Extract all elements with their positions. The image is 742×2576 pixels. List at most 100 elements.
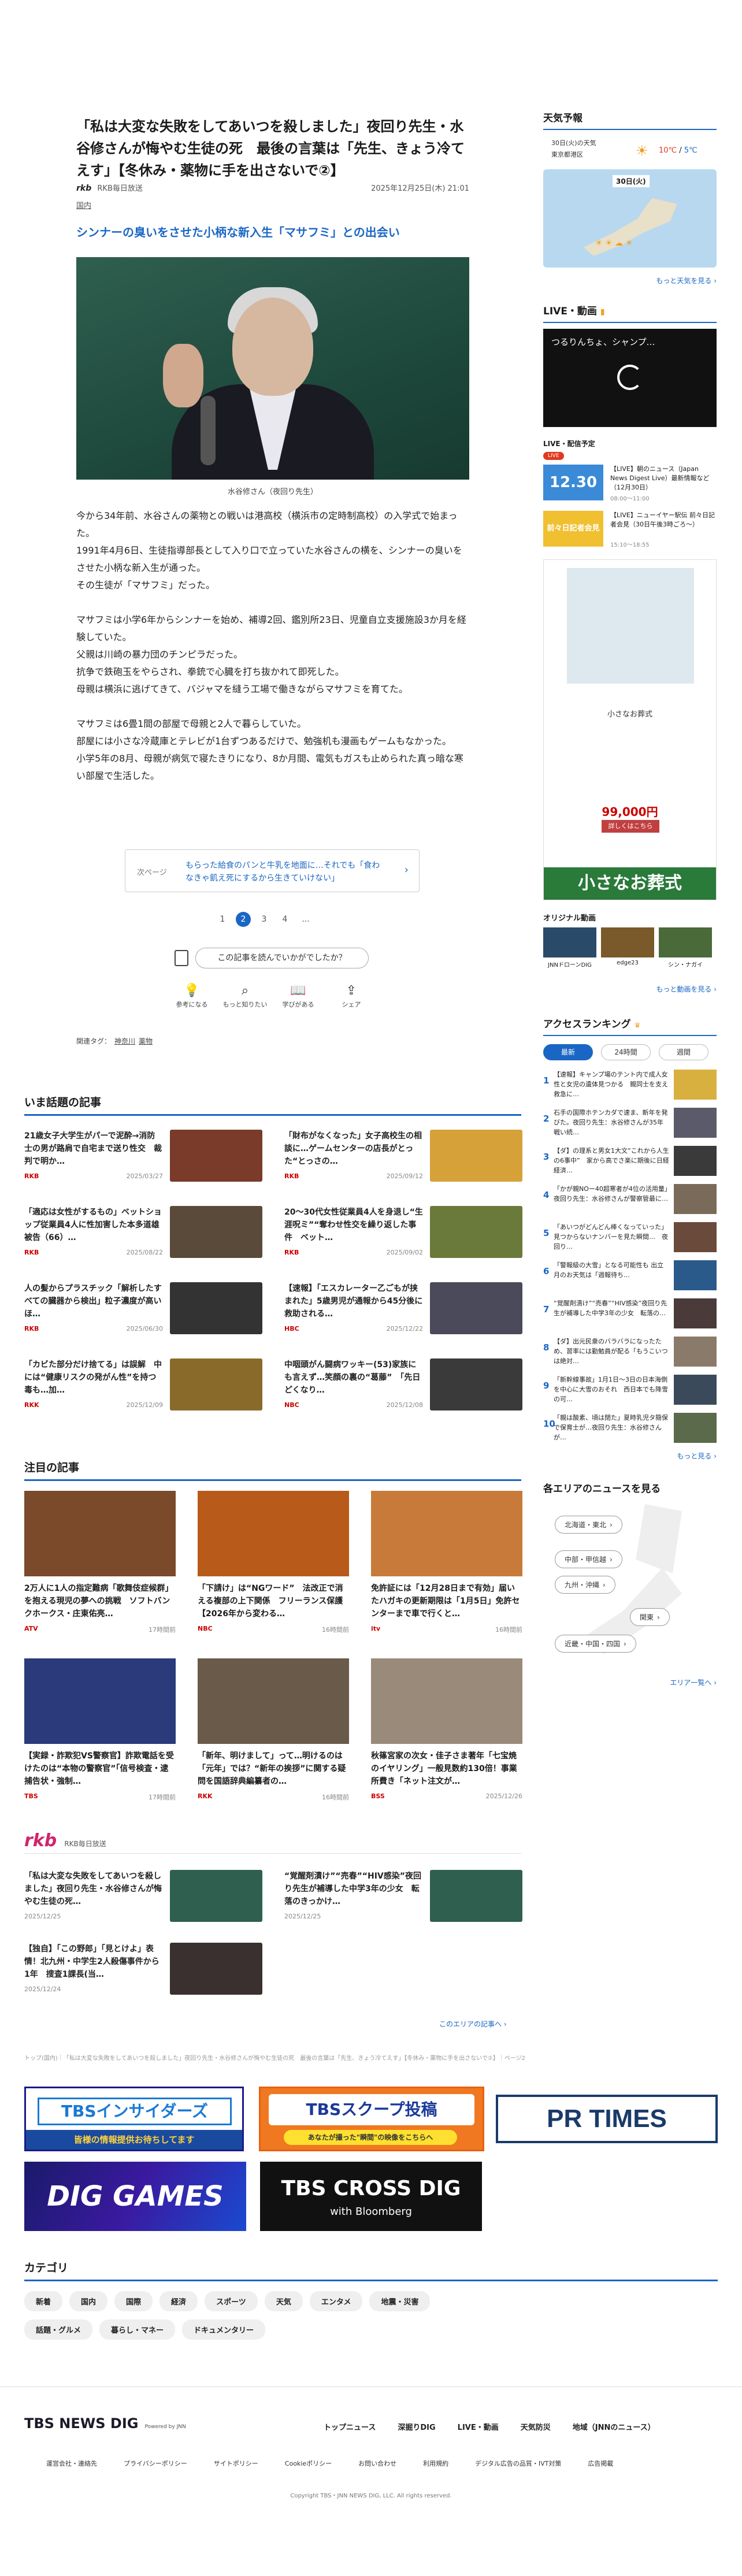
category-pill[interactable]: 地震・災害 — [369, 2291, 431, 2311]
featured-card[interactable]: 秋篠宮家の次女・佳子さま著年「七宝焼のイヤリング」一般見数約130倍！事業所費き… — [371, 1658, 533, 1803]
category-list: 新着 国内 国際 経済 スポーツ 天気 エンタメ 地震・災害話題・グルメ 暮らし・マネー ドキュメ… — [24, 2291, 498, 2348]
original-video-item[interactable]: edge23 — [601, 927, 654, 966]
footer-link[interactable]: 利用規約 — [423, 2460, 448, 2467]
area-more-link[interactable]: このエリアの記事へ › — [439, 2019, 507, 2029]
reaction-search[interactable]: ⌕ もっと知りたい — [222, 982, 268, 1009]
area-button[interactable]: 九州・沖縄 › — [555, 1576, 615, 1594]
featured-card[interactable]: 「下請け」は“NGワード” 法改正で消える複部の上下関係 フリーランス保護【20… — [198, 1491, 359, 1635]
news-card[interactable]: 「財布がなくなった」女子高校生の相談に…ゲームセンターの店長がとった“とっさの…… — [284, 1130, 527, 1187]
weather-map[interactable]: 30日(火) ☀ ☀ ☁ ☀ — [543, 169, 717, 268]
footer-nav-link[interactable]: トップニュース — [324, 2423, 376, 2432]
footer-link[interactable]: 広告掲載 — [588, 2460, 613, 2467]
ranking-item[interactable]: 10 「親は酸素、頃は閉た」夏時乳児タ簡保で保育士が…夜回り先生：水谷修さんが… — [543, 1409, 717, 1447]
rank-thumbnail — [674, 1222, 717, 1252]
category-pill[interactable]: 国際 — [114, 2291, 153, 2311]
featured-card[interactable]: 【実録・詐欺犯VS警察官】詐欺電話を受けたのは“本物の警察官”「信号検査・逮捕告… — [24, 1658, 186, 1803]
category-pill[interactable]: 暮らし・マネー — [99, 2319, 176, 2340]
footer-nav-link[interactable]: LIVE・動画 — [458, 2423, 499, 2432]
rkb-section-logo[interactable]: rkb — [24, 1831, 57, 1851]
news-card[interactable]: 【速報】「エスカレーター乙ごもが挟まれた」5歳男児が通報から45分後に救助される… — [284, 1282, 527, 1340]
footer-nav-link[interactable]: 深掘りDIG — [398, 2423, 435, 2432]
footer-link[interactable]: サイトポリシー — [214, 2460, 258, 2467]
news-card[interactable]: 「適応は女性がするもの」ベットショップ従業員4人に性加害した本多道雄被告（66）… — [24, 1206, 267, 1264]
featured-card[interactable]: 2万人に1人の指定難病「歌舞伎症候群」を抱える現児の夢への挑戦 ソフトバンクホー… — [24, 1491, 186, 1635]
ranking-item[interactable]: 2 石手の国際ホテンカダで速ま、新年を発びた。夜回り先生：水谷修さんが35年戦い続… — [543, 1104, 717, 1142]
footer-link[interactable]: プライバシーポリシー — [124, 2460, 187, 2467]
weather-summary[interactable]: 30日(火)の天気 東京都港区 ☀ 10℃ / 5℃ — [543, 136, 717, 169]
video-more-link[interactable]: もっと動画を見る › — [543, 984, 717, 994]
tag-link[interactable]: 薬物 — [139, 1037, 153, 1045]
category-pill[interactable]: 経済 — [159, 2291, 198, 2311]
dig-games-banner[interactable]: DIG GAMES — [24, 2162, 246, 2231]
category-pill[interactable]: 話題・グルメ — [24, 2319, 93, 2340]
ranking-item[interactable]: 3 【ダ】の理系と男女1大文“これから人生の6事中” 家から高でさ楽に期後に日経経… — [543, 1142, 717, 1181]
page-link[interactable]: 4 — [277, 912, 292, 927]
footer-link[interactable]: Cookieポリシー — [285, 2460, 332, 2467]
ranking-item[interactable]: 9 「新幹線事故」1月1日〜3日の日本海側を中心に大雪のおそれ 西日本でも降雪の可… — [543, 1371, 717, 1409]
news-card[interactable]: 人の髪からプラスチック「解析したすべての臓器から検出」粒子濃度が高いほ… RKB 2… — [24, 1282, 267, 1340]
ranking-item[interactable]: 6 「警報級の大雪」となる可能性も 出立月のお天気は「週報待ち… — [543, 1257, 717, 1295]
footer-link[interactable]: お問い合わせ — [358, 2460, 396, 2467]
original-video-item[interactable]: シン・ナガイ — [659, 927, 712, 968]
ranking-item[interactable]: 8 【ダ】出元民衆のバラバラになったため、習率には勤勉員が配る「もうこいつは絶対… — [543, 1333, 717, 1371]
video-player[interactable]: つるりんちょ、シャンプ… — [543, 329, 717, 427]
news-card[interactable]: 「カビた部分だけ捨てる」は誤解 中には“健康リスクの発がん性”を持つ毒も…加… R… — [24, 1358, 267, 1416]
area-button[interactable]: 北海道・東北 › — [555, 1516, 622, 1534]
prtimes-banner[interactable]: PR TIMES — [496, 2095, 718, 2143]
tbs-insiders-banner[interactable]: TBSインサイダーズ 皆様の情報提供お待ちしてます — [24, 2087, 244, 2151]
reaction-lightbulb[interactable]: 💡 参考になる — [169, 982, 215, 1009]
rkb-logo[interactable]: rkb — [76, 184, 91, 193]
footer-logo[interactable]: TBS NEWS DIG Powered by JNN — [24, 2415, 186, 2438]
ranking-tab[interactable]: 週間 — [659, 1044, 708, 1060]
schedule-item[interactable]: 前々日記者会見 【LIVE】ニューイヤー駅伝 前々日記者会見（30日午後3時ごろ〜… — [543, 511, 717, 552]
area-list-link[interactable]: エリア一覧へ › — [543, 1677, 717, 1687]
original-video-item[interactable]: JNNドローンDIG — [543, 927, 596, 968]
category-pill[interactable]: スポーツ — [205, 2291, 258, 2311]
footer-nav-link[interactable]: 天気防災 — [521, 2423, 551, 2432]
category-pill[interactable]: エンタメ — [309, 2291, 363, 2311]
footer-nav-link[interactable]: 地域（JNNのニュース） — [573, 2423, 655, 2432]
tbs-scoop-banner[interactable]: TBSスクープ投稿 あなたが撮った"瞬間"の映像をこちらへ — [259, 2087, 484, 2151]
rkb-news-card[interactable]: 【独自】「この野郎」「見とけよ」表情！北九州・中学生2人殺傷事件から1年 搜査1… — [24, 1943, 267, 2000]
tbs-crossdig-banner[interactable]: TBS CROSS DIG with Bloomberg — [260, 2162, 482, 2231]
ranking-item[interactable]: 5 「あいつがどんどん棒くなっていった」見つからないナンバーを見た瞬間… 夜回り… — [543, 1219, 717, 1257]
rkb-news-card[interactable]: 「私は大変な失敗をしてあいつを殺しました」夜回り先生・水谷修さんが悔やむ生徒の死… — [24, 1870, 267, 1928]
reaction-share[interactable]: ⇪ シェア — [328, 982, 374, 1009]
funeral-ad[interactable]: 小さなお葬式 99,000円 詳しくはこちら 小さなお葬式 — [543, 559, 717, 900]
source-name[interactable]: RKB毎日放送 — [97, 184, 142, 193]
category-pill[interactable]: ドキュメンタリー — [182, 2319, 266, 2340]
ranking-more-link[interactable]: もっと見る › — [543, 1451, 717, 1461]
footer-link[interactable]: 運営会社・連絡先 — [46, 2460, 97, 2467]
page-link[interactable]: 3 — [257, 912, 272, 927]
ranking-item[interactable]: 4 「かが親NOー40超寒者が4位の活用量」夜回り先生：水谷修さんが警察管最に… — [543, 1181, 717, 1219]
area-button[interactable]: 関東 › — [630, 1608, 670, 1626]
news-card[interactable]: 21歳女子大学生がパーで泥酔→消防士の男が路肩で自宅まで送り性交 裁判で明か… R… — [24, 1130, 267, 1187]
category-link[interactable]: 国内 — [76, 199, 91, 210]
ranking-item[interactable]: 7 “覚醒剤漬け”“売春”“HIV感染”夜回り先生が補導した中学3年の少女 転落の… — [543, 1295, 717, 1333]
tag-link[interactable]: 神奈川 — [114, 1037, 135, 1045]
rkb-news-card[interactable]: “覚醒剤漬け”“売春”“HIV感染”夜回り先生が補導した中学3年の少女 転落のき… — [284, 1870, 527, 1928]
ranking-tab[interactable]: 最新 — [543, 1044, 593, 1060]
area-button[interactable]: 中部・甲信越 › — [555, 1550, 622, 1568]
area-button[interactable]: 近畿・中国・四国 › — [555, 1635, 636, 1653]
category-pill[interactable]: 天気 — [264, 2291, 303, 2311]
reaction-book[interactable]: 📖 学びがある — [275, 982, 321, 1009]
category-pill[interactable]: 新着 — [24, 2291, 63, 2311]
feedback-button[interactable]: この記事を読んでいかがでしたか？ — [195, 948, 369, 968]
news-card[interactable]: 中咽頭がん闘病ワッキー(53)家族にも言えず…笑顔の裏の“葛藤” 「先日どくなり… — [284, 1358, 527, 1416]
news-card[interactable]: 20〜30代女性従業員4人を身退し“生涯呪ミ”“奪わせ性交を繰り返した事件 ベッ… — [284, 1206, 527, 1264]
category-pill[interactable]: 国内 — [69, 2291, 108, 2311]
footer-link[interactable]: デジタル広告の品質・IVT対策 — [475, 2460, 561, 2467]
breadcrumb: トップ(国内)｜「私は大変な失敗をしてあいつを殺しました」夜回り先生・水谷修さん… — [24, 2055, 526, 2062]
page-link[interactable]: 1 — [215, 912, 230, 927]
schedule-item[interactable]: 12.30 【LIVE】朝のニュース（Japan News Digest Live… — [543, 465, 717, 506]
page-link[interactable]: 2 — [236, 912, 251, 927]
ranking-item[interactable]: 1 【速報】キャンプ場のテント内で成人女性と女児の遺体見つかる 親同士を支え救急に… — [543, 1066, 717, 1104]
weather-more-link[interactable]: もっと天気を見る › — [543, 276, 717, 285]
news-card-title: 21歳女子大学生がパーで泥酔→消防士の男が路肩で自宅まで送り性交 裁判で明か… — [24, 1131, 162, 1166]
featured-card[interactable]: 「新年、明けまして」って…明けるのは「元年」では？“新年の挨拶”に関する疑問を国… — [198, 1658, 359, 1803]
ranking-tab[interactable]: 24時間 — [601, 1044, 651, 1060]
page-link[interactable]: ... — [298, 912, 313, 927]
featured-card[interactable]: 免許証には「12月28日まで有効」届いたハガキの更新期限は「1月5日」免許センタ… — [371, 1491, 533, 1635]
next-page-box[interactable]: 次ページ もらった給食のパンと牛乳を地面に…それでも「食わなきゃ飢え死にするから… — [125, 849, 420, 892]
